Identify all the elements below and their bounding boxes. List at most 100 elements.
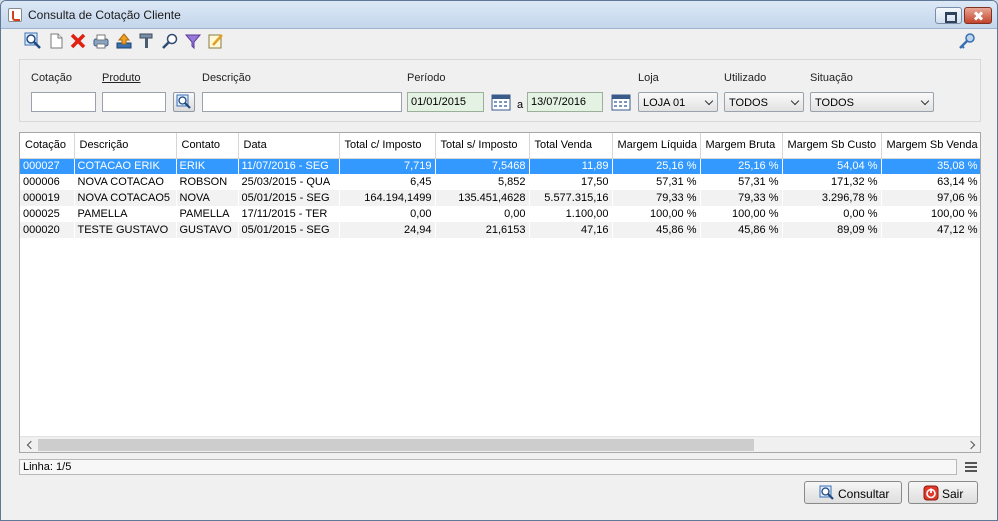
table-cell: 164.194,1499	[339, 190, 435, 206]
table-cell: 100,00 %	[732, 208, 779, 220]
column-header[interactable]: Total c/ Imposto	[339, 133, 436, 159]
table-row[interactable]: 000027 COTACAO ERIK ERIK 11/07/2016 - SE…	[20, 158, 980, 174]
table-cell: 97,06 %	[881, 190, 980, 206]
table-cell: 05/01/2015 - SEG	[238, 222, 339, 238]
table-cell: 0,00 %	[843, 208, 878, 220]
table-cell: 45,86 %	[700, 222, 782, 238]
title-bar[interactable]: Consulta de Cotação Cliente	[1, 1, 997, 29]
table-cell: 79,33 %	[700, 190, 782, 206]
table-cell: 000019	[20, 190, 74, 206]
new-document-icon[interactable]	[47, 32, 65, 50]
table-row[interactable]: 000006 NOVA COTACAO ROBSON 25/03/2015 - …	[20, 174, 980, 190]
table-cell: 54,04 %	[782, 158, 882, 174]
table-cell: 79,33 %	[612, 190, 700, 206]
column-header[interactable]: Total s/ Imposto	[435, 133, 530, 159]
table-cell: NOVA COTACAO5	[74, 190, 176, 206]
scrollbar-thumb[interactable]	[38, 439, 754, 451]
table-cell: 6,45	[410, 176, 432, 188]
sair-label: Sair	[942, 487, 964, 501]
table-cell: 57,31 %	[738, 176, 779, 188]
consultar-button[interactable]: Consultar	[804, 481, 902, 504]
situacao-select[interactable]: TODOS	[810, 92, 934, 112]
column-header[interactable]: Margem Sb Venda	[881, 133, 980, 159]
sair-button[interactable]: Sair	[908, 481, 978, 504]
toolbar	[1, 29, 997, 53]
scroll-left-icon[interactable]	[22, 437, 38, 452]
table-cell: COTACAO ERIK	[74, 158, 177, 174]
table-cell: 000006	[23, 176, 60, 188]
table-cell: 21,6153	[435, 222, 529, 238]
table-cell: 11,89	[529, 158, 613, 174]
table-header-row: Cotação Descrição Contato Data Total c/ …	[20, 133, 980, 159]
chevron-down-icon	[790, 96, 800, 106]
notes-icon[interactable]	[207, 32, 225, 50]
produto-label[interactable]: Produto	[102, 72, 141, 84]
table-cell: NOVA	[176, 190, 238, 206]
chevron-down-icon	[704, 96, 714, 106]
periodo-start-input[interactable]	[407, 92, 484, 112]
results-table: Cotação Descrição Contato Data Total c/ …	[19, 132, 981, 453]
filter-icon[interactable]	[184, 32, 202, 50]
horizontal-scrollbar[interactable]	[20, 436, 980, 452]
column-header[interactable]: Margem Líquida	[612, 133, 701, 159]
table-cell: 17,50	[580, 176, 609, 188]
situacao-label: Situação	[810, 72, 853, 84]
search-icon[interactable]	[24, 32, 42, 50]
delete-icon[interactable]	[69, 32, 87, 50]
table-cell: 17/11/2015 - TER	[241, 208, 328, 220]
search-icon	[819, 485, 834, 500]
tools-icon[interactable]	[138, 32, 156, 50]
table-cell: 25,16 %	[700, 158, 783, 174]
table-cell: 35,08 %	[881, 158, 980, 174]
column-header[interactable]: Descrição	[74, 133, 177, 159]
table-cell: 45,86 %	[612, 222, 700, 238]
table-cell: 7,5468	[435, 158, 530, 174]
table-cell: 0,00	[410, 208, 432, 220]
chevron-down-icon	[920, 96, 930, 106]
print-icon[interactable]	[92, 32, 110, 50]
utilizado-select[interactable]: TODOS	[724, 92, 804, 112]
periodo-separator: a	[517, 99, 524, 111]
calendar-start-icon[interactable]	[491, 93, 511, 111]
table-row[interactable]: 000020 TESTE GUSTAVO GUSTAVO 05/01/2015 …	[20, 222, 980, 238]
column-header[interactable]: Total Venda	[529, 133, 613, 159]
utilizado-label: Utilizado	[724, 72, 767, 84]
table-cell: 5.577.315,16	[529, 190, 612, 206]
main-window: Consulta de Cotação Cliente Cotação Prod…	[0, 0, 998, 521]
restore-button[interactable]	[935, 7, 962, 24]
scroll-right-icon[interactable]	[964, 437, 980, 452]
close-window-button[interactable]	[964, 7, 992, 24]
edit-icon[interactable]	[161, 32, 179, 50]
column-header[interactable]: Contato	[176, 133, 239, 159]
table-cell: 63,14 %	[937, 176, 978, 188]
java-app-icon	[8, 8, 22, 22]
loja-select[interactable]: LOJA 01	[638, 92, 718, 112]
table-cell: 0,00	[504, 208, 526, 220]
table-cell: 000027	[20, 158, 75, 174]
table-cell: 11/07/2016 - SEG	[238, 158, 340, 174]
column-header[interactable]: Data	[238, 133, 340, 159]
descricao-input[interactable]	[202, 92, 402, 112]
loja-label: Loja	[638, 72, 659, 84]
key-icon[interactable]	[958, 32, 976, 50]
table-cell: 100,00 %	[931, 208, 978, 220]
calendar-end-icon[interactable]	[611, 93, 631, 111]
export-icon[interactable]	[115, 32, 133, 50]
produto-lookup-button[interactable]	[173, 92, 195, 112]
periodo-end-input[interactable]	[527, 92, 603, 112]
descricao-label: Descrição	[202, 72, 251, 84]
cotacao-input[interactable]	[31, 92, 96, 112]
table-cell: 57,31 %	[656, 176, 697, 188]
column-header[interactable]: Margem Sb Custo	[782, 133, 882, 159]
table-cell: 25,16 %	[612, 158, 701, 174]
table-cell: PAMELLA	[77, 208, 128, 220]
table-row[interactable]: 000019 NOVA COTACAO5 NOVA 05/01/2015 - S…	[20, 190, 980, 206]
column-menu-icon[interactable]	[965, 461, 977, 473]
table-cell: 000025	[23, 208, 60, 220]
column-header[interactable]: Margem Bruta	[700, 133, 783, 159]
produto-input[interactable]	[102, 92, 166, 112]
table-cell: 47,12 %	[881, 222, 980, 238]
status-bar: Linha: 1/5	[19, 459, 957, 475]
table-row[interactable]: 000025 PAMELLA PAMELLA 17/11/2015 - TER …	[20, 206, 980, 222]
column-header[interactable]: Cotação	[20, 133, 75, 159]
